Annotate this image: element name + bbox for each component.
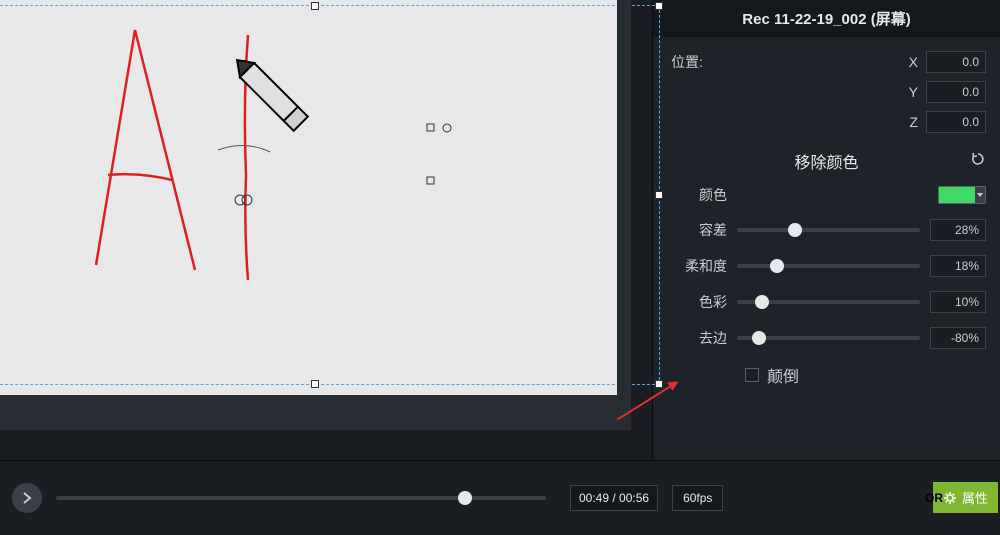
defringe-value[interactable]	[930, 327, 986, 349]
invert-label: 颠倒	[767, 363, 799, 387]
color-preview	[939, 187, 975, 203]
time-display: 00:49 / 00:56	[570, 485, 658, 511]
position-z-input[interactable]	[926, 111, 986, 133]
softness-slider[interactable]	[737, 258, 920, 274]
invert-checkbox[interactable]	[745, 368, 759, 382]
remove-color-title: 移除颜色	[794, 149, 858, 173]
handle-right[interactable]	[655, 191, 663, 199]
tolerance-label: 容差	[667, 220, 727, 240]
properties-panel: Rec 11-22-19_002 (屏幕) 位置: X Y Z 移除颜色	[652, 0, 1000, 535]
play-icon	[22, 492, 32, 504]
timeline-thumb[interactable]	[458, 491, 472, 505]
hue-label: 色彩	[667, 292, 727, 312]
properties-button[interactable]: OR 属性	[933, 482, 998, 513]
axis-x-label: X	[904, 54, 918, 70]
hue-value[interactable]	[930, 291, 986, 313]
hue-slider[interactable]	[737, 294, 920, 310]
handle-bottom[interactable]	[311, 380, 319, 388]
scrollbar-vertical[interactable]	[617, 0, 631, 430]
canvas-wrapper	[0, 0, 631, 430]
handle-tr[interactable]	[655, 2, 663, 10]
softness-label: 柔和度	[667, 256, 727, 276]
position-x-input[interactable]	[926, 51, 986, 73]
selection-box[interactable]	[0, 5, 660, 385]
panel-title: Rec 11-22-19_002 (屏幕)	[653, 0, 1000, 37]
color-label: 颜色	[667, 185, 727, 205]
color-swatch[interactable]	[938, 186, 986, 204]
timeline: 00:49 / 00:56 60fps	[0, 460, 1000, 535]
position-label: 位置:	[667, 52, 703, 72]
canvas-area	[0, 0, 652, 460]
play-button[interactable]	[12, 483, 42, 513]
color-dropdown-icon[interactable]	[975, 187, 985, 203]
axis-z-label: Z	[904, 114, 918, 130]
defringe-slider[interactable]	[737, 330, 920, 346]
axis-y-label: Y	[904, 84, 918, 100]
position-y-input[interactable]	[926, 81, 986, 103]
timeline-track[interactable]	[56, 496, 546, 500]
tolerance-value[interactable]	[930, 219, 986, 241]
reset-icon[interactable]	[970, 151, 986, 172]
fps-display: 60fps	[672, 485, 723, 511]
gear-icon	[943, 491, 957, 505]
defringe-label: 去边	[667, 328, 727, 348]
tolerance-slider[interactable]	[737, 222, 920, 238]
canvas[interactable]	[0, 0, 631, 395]
handle-top[interactable]	[311, 2, 319, 10]
softness-value[interactable]	[930, 255, 986, 277]
handle-br[interactable]	[655, 380, 663, 388]
